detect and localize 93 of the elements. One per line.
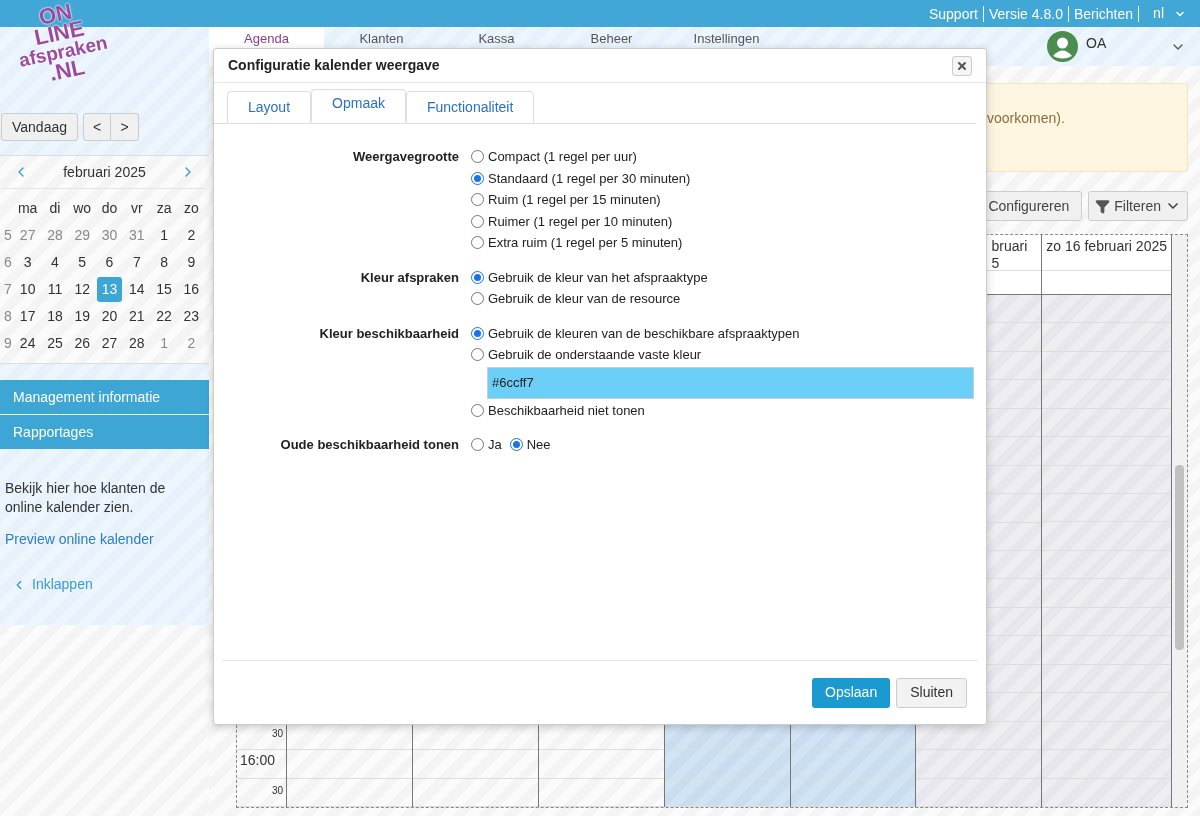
radio-button[interactable] xyxy=(471,236,484,250)
calendar-day[interactable]: 11 xyxy=(42,277,68,302)
today-button[interactable]: Vandaag xyxy=(1,113,78,141)
calendar-day[interactable]: 3 xyxy=(15,250,41,275)
week-number: 7 xyxy=(3,280,13,299)
calendar-day[interactable]: 28 xyxy=(124,331,150,356)
week-number: 8 xyxy=(3,307,13,326)
radio-label: Nee xyxy=(526,436,551,454)
dialog-tab[interactable]: Functionaliteit xyxy=(405,91,535,124)
user-initials: OA xyxy=(1086,34,1108,53)
field-label: Kleur afspraken xyxy=(359,268,459,287)
close-dialog-button[interactable]: Sluiten xyxy=(896,677,967,708)
weekday-label: vr xyxy=(129,199,144,218)
next-button[interactable]: > xyxy=(111,113,139,141)
weekday-label: zo xyxy=(182,199,200,218)
radio-button[interactable] xyxy=(471,150,484,164)
calendar-day[interactable]: 15 xyxy=(151,277,177,302)
calendar-day[interactable]: 6 xyxy=(97,250,122,275)
field-label: Oude beschikbaarheid tonen xyxy=(279,436,459,454)
info-text: Bekijk hier hoe klanten de online kalender zien. xyxy=(4,479,167,517)
radio-button[interactable] xyxy=(471,292,484,306)
calendar-day[interactable]: 21 xyxy=(124,304,150,329)
radio-button[interactable] xyxy=(509,438,523,452)
week-number: 9 xyxy=(3,334,13,353)
radio-button[interactable] xyxy=(471,438,484,452)
radio-button[interactable] xyxy=(471,326,484,340)
calendar-day[interactable]: 23 xyxy=(178,304,204,329)
dialog-tab[interactable]: Opmaak xyxy=(311,89,406,122)
field-label: Weergavegrootte xyxy=(352,148,459,166)
week-number: 5 xyxy=(3,226,13,245)
previous-button[interactable]: < xyxy=(83,113,111,141)
radio-label: Gebruik de kleuren van de beschikbare afspraaktypen xyxy=(488,324,800,343)
radio-label: Extra ruim (1 regel per 5 minuten) xyxy=(488,234,683,252)
weekday-label: di xyxy=(48,199,62,218)
radio-label: Standaard (1 regel per 30 minuten) xyxy=(488,169,691,188)
calendar-day[interactable]: 26 xyxy=(69,331,95,356)
filter-icon xyxy=(1095,198,1111,214)
time-label: 16:00 xyxy=(239,751,276,771)
day-header: zo 16 februari 2025 xyxy=(1046,238,1167,255)
radio-label: Gebruik de kleur van de resource xyxy=(488,290,681,308)
calendar-day[interactable]: 9 xyxy=(178,250,204,275)
calendar-day[interactable]: 4 xyxy=(42,250,68,275)
calendar-day[interactable]: 20 xyxy=(97,304,122,329)
logo: ON LINE afspraken .NL xyxy=(16,0,111,88)
filter-button[interactable]: Filteren xyxy=(1088,191,1188,221)
preview-link[interactable]: Preview online kalender xyxy=(0,529,209,550)
field-label: Kleur beschikbaarheid xyxy=(318,324,459,343)
calendar-day[interactable]: 19 xyxy=(69,304,95,329)
radio-label: Ruim (1 regel per 15 minuten) xyxy=(488,191,661,209)
color-field[interactable]: #6ccff7 xyxy=(487,366,974,399)
calendar-day[interactable]: 18 xyxy=(42,304,68,329)
weekday-label: za xyxy=(155,199,173,218)
calendar-day[interactable]: 10 xyxy=(15,277,41,302)
calendar-day[interactable]: 24 xyxy=(15,331,41,356)
radio-button[interactable] xyxy=(471,193,484,207)
month-title: februari 2025 xyxy=(63,162,146,182)
dialog-tab[interactable]: Layout xyxy=(227,91,312,124)
calendar-day[interactable]: 1 xyxy=(151,223,177,248)
close-button[interactable] xyxy=(952,55,972,76)
calendar-day[interactable]: 17 xyxy=(15,304,41,329)
week-number: 6 xyxy=(3,253,13,272)
radio-label: Gebruik de onderstaande vaste kleur xyxy=(488,346,702,364)
weekday-label: ma xyxy=(16,199,39,218)
calendar-day[interactable]: 12 xyxy=(69,277,95,302)
radio-button[interactable] xyxy=(471,171,484,185)
calendar-day[interactable]: 8 xyxy=(151,250,177,275)
weekday-label: do xyxy=(100,199,119,218)
day-header: bruari xyxy=(991,238,1028,255)
calendar-day[interactable]: 5 xyxy=(69,250,95,275)
radio-label: Compact (1 regel per uur) xyxy=(488,148,637,166)
weekday-label: wo xyxy=(72,199,93,218)
radio-label: Beschikbaarheid niet tonen xyxy=(488,401,645,420)
calendar-day[interactable]: 27 xyxy=(97,331,122,356)
time-label: 30 xyxy=(271,726,284,741)
calendar-day[interactable]: 25 xyxy=(42,331,68,356)
radio-label: Gebruik de kleur van het afspraaktype xyxy=(488,268,708,287)
day-header: 5 xyxy=(991,255,1000,272)
calendar-day[interactable]: 7 xyxy=(124,250,150,275)
calendar-day[interactable]: 14 xyxy=(124,277,150,302)
radio-button[interactable] xyxy=(471,270,484,284)
calendar-day[interactable]: 16 xyxy=(178,277,204,302)
calendar-day[interactable]: 2 xyxy=(178,331,204,356)
notice-text: voorkomen). xyxy=(987,110,1065,126)
radio-label: Ruimer (1 regel per 10 minuten) xyxy=(488,212,673,231)
user-avatar-icon[interactable] xyxy=(1047,31,1078,62)
calendar-day[interactable]: 2 xyxy=(178,223,204,248)
radio-button[interactable] xyxy=(471,214,484,228)
time-label: 30 xyxy=(271,783,284,798)
radio-label: Ja xyxy=(488,436,502,454)
radio-button[interactable] xyxy=(471,403,484,417)
calendar-day[interactable]: 22 xyxy=(151,304,177,329)
radio-button[interactable] xyxy=(471,348,484,362)
close-icon xyxy=(956,59,968,72)
